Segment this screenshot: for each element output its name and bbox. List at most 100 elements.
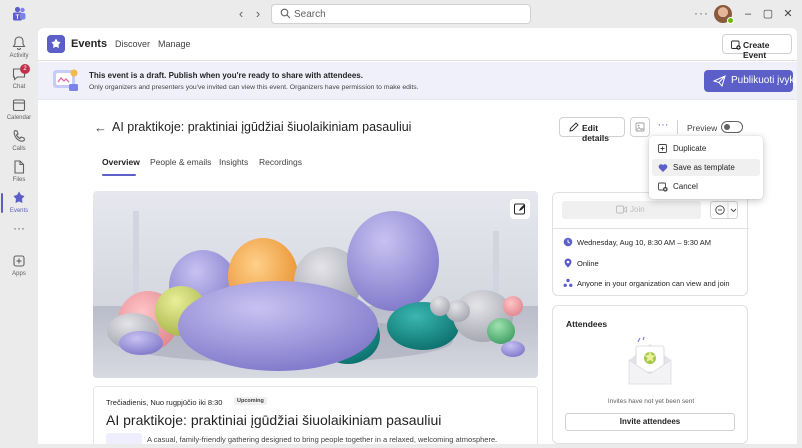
rail-label: Files (12, 177, 26, 183)
tab-recordings[interactable]: Recordings (259, 157, 302, 167)
draft-banner: This event is a draft. Publish when you'… (38, 62, 797, 100)
more-actions-menu: Duplicate Save as template Cancel (649, 136, 763, 199)
join-button[interactable]: Join (562, 201, 701, 219)
event-access: Anyone in your organization can view and… (577, 279, 730, 288)
events-app-icon (47, 35, 65, 53)
presence-available-icon (727, 17, 734, 24)
video-icon (616, 205, 627, 214)
event-info-card: Trečiadienis, Nuo rugpjūčio iki 8:30 Upc… (93, 386, 538, 444)
chat-icon (715, 203, 737, 218)
attendees-note: Invites have not yet been sent (607, 398, 695, 405)
app-header: Events Discover Manage Create Event (38, 28, 797, 61)
create-event-button[interactable]: Create Event (722, 34, 792, 60)
rail-item-more[interactable]: ··· (0, 221, 38, 239)
menu-item-label: Cancel (673, 182, 698, 191)
menu-item-cancel[interactable]: Cancel (652, 178, 760, 195)
attendees-title: Attendees (566, 319, 608, 329)
tab-manage[interactable]: Manage (158, 39, 191, 49)
draft-illustration-icon (53, 69, 78, 91)
svg-text:T: T (16, 15, 20, 21)
event-thumbnail (106, 433, 142, 444)
back-nav-icon[interactable]: ‹ (233, 6, 249, 22)
image-edit-icon (514, 203, 526, 215)
menu-item-label: Duplicate (673, 144, 707, 153)
people-icon (563, 278, 573, 287)
invite-attendees-button[interactable]: Invite attendees (565, 413, 735, 431)
more-icon: ··· (13, 221, 25, 235)
attendees-card: Attendees Invites have not yet been sent… (552, 305, 748, 444)
maximize-icon[interactable]: ▢ (761, 7, 775, 21)
rail-label: Events (9, 208, 29, 214)
phone-icon (13, 129, 26, 142)
file-icon (14, 160, 25, 174)
location-icon (564, 258, 572, 268)
image-icon (635, 122, 645, 132)
active-tab-indicator (102, 174, 136, 176)
chat-button[interactable] (710, 201, 738, 219)
rail-item-apps[interactable]: Apps (0, 250, 38, 286)
publish-icon (713, 75, 726, 87)
minimize-icon[interactable]: – (741, 7, 755, 21)
divider (553, 228, 749, 229)
app-rail: Activity 2 Chat Calendar Calls Files Eve… (0, 28, 38, 448)
calendar-icon (12, 99, 26, 112)
menu-item-label: Save as template (673, 163, 735, 172)
create-event-label: Create Event (743, 40, 770, 60)
banner-title: This event is a draft. Publish when you'… (89, 71, 363, 80)
edit-details-button[interactable]: Edit details (559, 117, 625, 143)
rail-label: Chat (12, 84, 26, 90)
events-icon (13, 191, 25, 203)
tab-overview[interactable]: Overview (102, 157, 140, 167)
search-placeholder: Search (294, 9, 326, 20)
image-button[interactable] (630, 117, 650, 137)
event-info-title: AI praktikoje: praktiniai įgūdžiai šiuol… (106, 412, 442, 428)
window-edge (797, 28, 802, 448)
status-badge: Upcoming (234, 397, 267, 405)
duplicate-icon (658, 144, 667, 153)
back-arrow-icon[interactable]: ← (94, 120, 107, 135)
menu-item-duplicate[interactable]: Duplicate (652, 140, 760, 157)
forward-nav-icon[interactable]: › (250, 6, 266, 22)
teams-logo-icon: T (13, 6, 26, 21)
rail-label: Activity (9, 53, 29, 59)
apps-icon (13, 255, 25, 267)
search-icon (280, 8, 291, 19)
banner-subtitle: Only organizers and presenters you've in… (89, 84, 419, 91)
menu-item-save-as-template[interactable]: Save as template (652, 159, 760, 176)
rail-label: Calls (12, 146, 26, 152)
edit-image-button[interactable] (510, 199, 530, 219)
chat-badge: 2 (20, 64, 30, 74)
rail-label: Calendar (6, 115, 32, 121)
rail-item-events[interactable]: Events (0, 187, 38, 223)
clock-icon (563, 237, 573, 247)
tab-insights[interactable]: Insights (219, 157, 248, 167)
publish-button[interactable]: Publikuoti įvykį (704, 70, 797, 92)
event-description: A casual, family-friendly gathering desi… (147, 435, 498, 444)
preview-toggle[interactable] (721, 121, 743, 133)
heart-icon (658, 164, 668, 172)
main-pane: Events Discover Manage Create Event This… (38, 28, 797, 444)
tab-people-emails[interactable]: People & emails (150, 157, 211, 167)
more-options-icon[interactable]: ··· (694, 6, 709, 20)
join-card: Join Wednesday, Aug 10, 8:30 AM – 9:30 A… (552, 192, 749, 296)
event-datetime: Wednesday, Aug 10, 8:30 AM – 9:30 AM (577, 238, 711, 247)
more-actions-icon[interactable]: ··· (654, 117, 672, 137)
page-title: AI praktikoje: praktiniai įgūdžiai šiuol… (112, 120, 412, 134)
search-input[interactable]: Search (271, 4, 531, 24)
event-location: Online (577, 259, 599, 268)
envelope-illustration-icon (628, 336, 672, 385)
preview-label: Preview (687, 123, 718, 133)
calendar-add-icon (731, 40, 741, 50)
app-title: Events (71, 38, 108, 50)
title-bar: T ‹ › Search ··· – ▢ ✕ (0, 0, 802, 28)
divider (677, 120, 678, 134)
join-label: Join (630, 205, 645, 214)
bell-icon (12, 36, 26, 50)
event-date: Trečiadienis, Nuo rugpjūčio iki 8:30 (106, 398, 223, 407)
tab-discover[interactable]: Discover (115, 39, 150, 49)
close-icon[interactable]: ✕ (781, 7, 795, 21)
event-banner-image (93, 191, 538, 378)
rail-label: Apps (12, 271, 26, 277)
publish-label: Publikuoti įvykį (731, 75, 797, 86)
pencil-icon (569, 122, 579, 132)
